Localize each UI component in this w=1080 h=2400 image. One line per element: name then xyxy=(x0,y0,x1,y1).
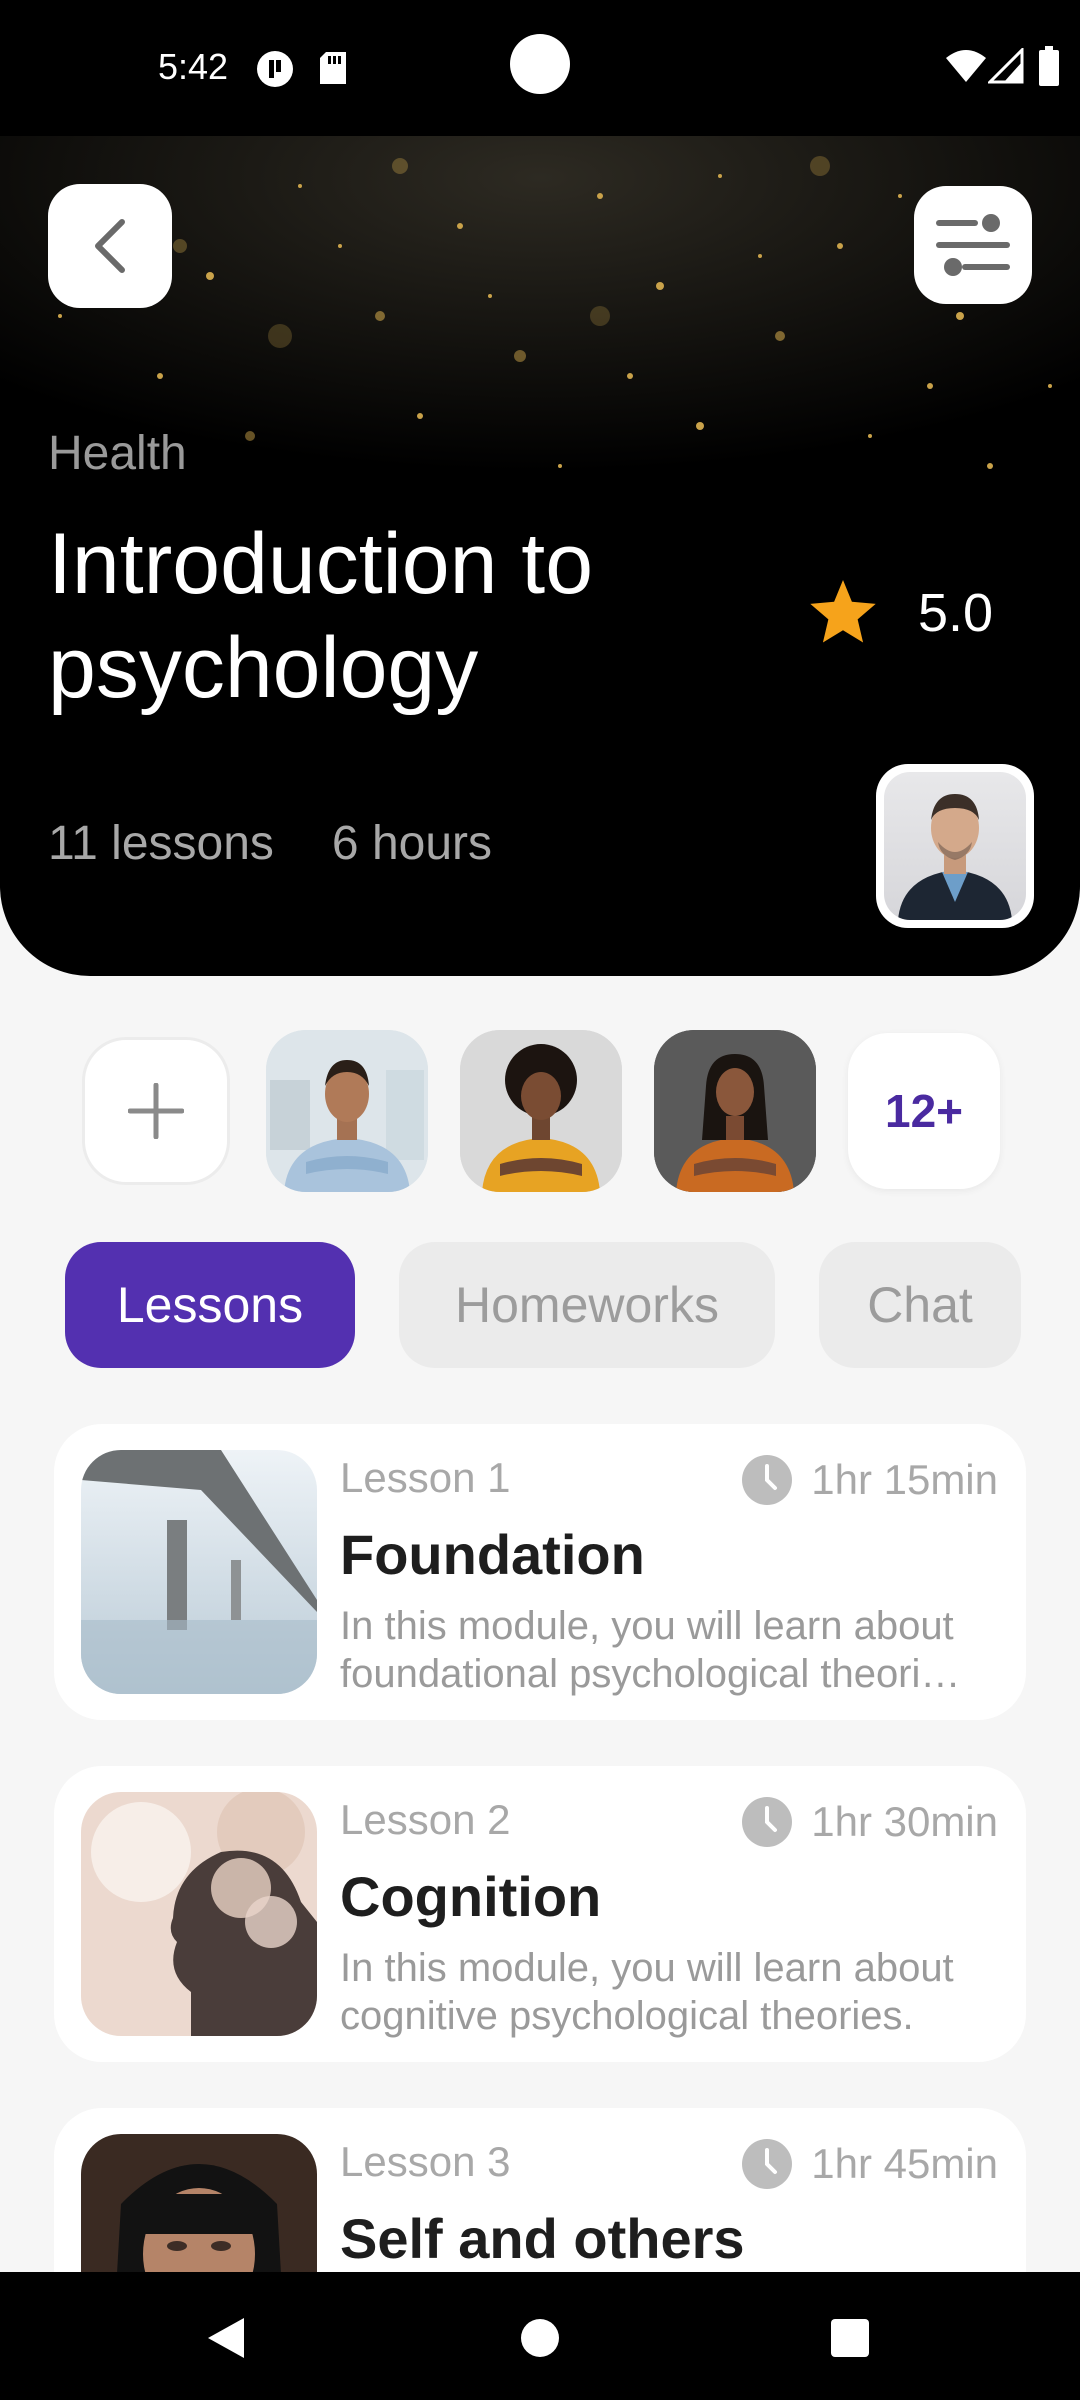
participant-photo xyxy=(654,1030,816,1192)
lesson-thumbnail xyxy=(81,1450,317,1694)
sliders-icon xyxy=(936,214,1010,276)
instructor-photo xyxy=(898,794,1012,920)
front-camera xyxy=(510,34,570,94)
silhouette-image xyxy=(81,1792,317,2036)
chevron-left-icon xyxy=(95,219,125,273)
lesson-description-line: In this module, you will learn about xyxy=(340,1946,954,1990)
lesson-time-text: 1hr 45min xyxy=(811,2140,998,2187)
course-category: Health xyxy=(48,427,187,480)
back-button[interactable] xyxy=(48,184,172,308)
nav-recents-icon[interactable] xyxy=(830,2318,870,2358)
lesson-card[interactable]: Lesson 1 1hr 15min Foundation In this mo… xyxy=(54,1424,1026,1720)
lesson-title: Cognition xyxy=(340,1865,602,1928)
app-notification-icon xyxy=(257,51,293,87)
lesson-thumbnail xyxy=(81,1792,317,2036)
lesson-number: Lesson 2 xyxy=(340,1796,511,1843)
course-header: Health Introduction to psychology 5.0 11… xyxy=(0,136,1080,976)
lesson-description-line: cognitive psychological theories. xyxy=(340,1994,914,2038)
tab-lessons[interactable]: Lessons xyxy=(65,1242,355,1368)
clock-icon xyxy=(742,2139,793,2189)
lesson-duration: 1hr 30min xyxy=(741,1796,998,1848)
lesson-description-line: foundational psychological theori… xyxy=(340,1652,961,1696)
nav-back-icon[interactable] xyxy=(206,2316,246,2360)
lesson-duration: 1hr 15min xyxy=(741,1454,998,1506)
lessons-count: 11 lessons xyxy=(48,817,274,870)
lesson-number: Lesson 1 xyxy=(340,1454,511,1501)
lesson-time-text: 1hr 15min xyxy=(811,1456,998,1503)
course-title: Introduction to psychology xyxy=(48,516,594,716)
lesson-title: Self and others xyxy=(340,2207,745,2270)
wifi-icon xyxy=(946,50,986,82)
participant-photo xyxy=(266,1030,428,1192)
nav-home-icon[interactable] xyxy=(520,2318,560,2358)
filter-button[interactable] xyxy=(914,186,1032,304)
course-duration: 6 hours xyxy=(331,817,493,870)
lesson-description: In this module, you will learn about fou… xyxy=(340,1602,1000,1698)
battery-icon xyxy=(1039,46,1059,86)
course-rating: 5.0 xyxy=(808,580,993,646)
course-meta: 11 lessons 6 hours xyxy=(48,816,492,871)
participant-photo xyxy=(460,1030,622,1192)
course-tabs: Lessons Homeworks Chat xyxy=(65,1242,1021,1368)
status-bar: 5:42 xyxy=(0,0,1080,136)
participant-avatar[interactable] xyxy=(654,1030,816,1192)
add-participant-button[interactable] xyxy=(82,1037,230,1185)
lesson-duration: 1hr 45min xyxy=(741,2138,998,2190)
bridge-image xyxy=(81,1450,317,1694)
lesson-description-line: In this module, you will learn about xyxy=(340,1604,954,1648)
tab-chat[interactable]: Chat xyxy=(819,1242,1021,1368)
lesson-title: Foundation xyxy=(340,1523,645,1586)
lesson-number: Lesson 3 xyxy=(340,2138,511,2185)
status-time: 5:42 xyxy=(158,46,229,87)
system-navigation-bar xyxy=(0,2272,1080,2400)
sd-card-icon xyxy=(320,52,346,84)
participants-row: 12+ xyxy=(82,1030,1000,1192)
tab-homeworks[interactable]: Homeworks xyxy=(399,1242,775,1368)
participant-avatar[interactable] xyxy=(460,1030,622,1192)
plus-icon xyxy=(128,1083,184,1139)
clock-icon xyxy=(742,1455,793,1505)
lesson-time-text: 1hr 30min xyxy=(811,1798,998,1845)
more-participants-badge[interactable]: 12+ xyxy=(848,1033,1000,1189)
instructor-avatar[interactable] xyxy=(876,764,1034,928)
signal-icon xyxy=(988,48,1024,84)
participant-avatar[interactable] xyxy=(266,1030,428,1192)
lesson-description: In this module, you will learn about cog… xyxy=(340,1944,1000,2040)
clock-icon xyxy=(742,1797,793,1847)
lesson-card[interactable]: Lesson 2 1hr 30min Cognition In this mod… xyxy=(54,1766,1026,2062)
star-icon xyxy=(810,580,876,643)
rating-value: 5.0 xyxy=(918,583,994,643)
